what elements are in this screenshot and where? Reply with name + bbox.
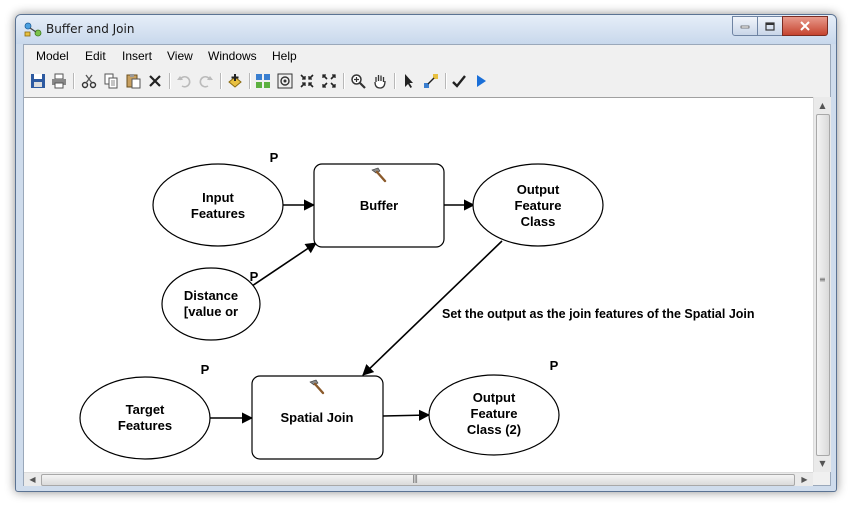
node-output-feature-class-2[interactable]: Output Feature Class (2) (428, 374, 560, 456)
node-input-features-line2: Features (191, 206, 245, 221)
toolbar (24, 68, 830, 94)
minimize-icon (740, 25, 750, 29)
undo-icon (177, 76, 191, 88)
minimize-button[interactable] (732, 16, 758, 36)
validate-button[interactable] (449, 71, 469, 91)
cut-icon (81, 74, 97, 89)
paste-button[interactable] (123, 71, 143, 91)
connector-annotation: Set the output as the join features of t… (442, 307, 755, 321)
zoom-icon (351, 74, 366, 89)
node-spatial-join-tool[interactable]: Spatial Join (251, 375, 384, 460)
node-output-line2: Feature (515, 198, 562, 213)
pan-button[interactable] (370, 71, 390, 91)
select-icon (405, 74, 413, 88)
validate-icon (452, 75, 466, 88)
node-spatial-join-label: Spatial Join (281, 410, 354, 425)
scroll-left-arrow-icon[interactable]: ◀ (24, 471, 41, 488)
node-output2-line1: Output (473, 390, 516, 405)
save-button[interactable] (28, 71, 48, 91)
restore-icon (765, 21, 775, 31)
connector-spatial-join-to-output2[interactable] (382, 409, 431, 421)
node-distance[interactable]: Distance [value or (161, 267, 261, 341)
full-extent-button[interactable] (275, 71, 295, 91)
add-data-button[interactable] (225, 71, 245, 91)
scroll-down-arrow-icon[interactable]: ▼ (814, 455, 831, 472)
param-marker-input: P (270, 150, 279, 165)
redo-button[interactable] (196, 71, 216, 91)
node-input-features[interactable]: Input Features (152, 163, 284, 247)
run-icon (477, 75, 486, 87)
print-icon (52, 73, 66, 89)
menu-windows[interactable]: Windows (208, 49, 257, 63)
client-area: Model Edit Insert View Windows Help Inpu… (23, 44, 831, 486)
connect-button[interactable] (421, 71, 441, 91)
connector-distance-to-buffer[interactable] (248, 242, 317, 289)
scroll-up-arrow-icon[interactable]: ▲ (814, 97, 831, 114)
menu-bar: Model Edit Insert View Windows Help (24, 45, 830, 67)
cut-button[interactable] (79, 71, 99, 91)
grip-icon: ≡ (819, 275, 826, 284)
node-output2-line3: Class (2) (467, 422, 521, 437)
menu-edit[interactable]: Edit (85, 49, 106, 63)
node-distance-line2: [value or (184, 304, 238, 319)
pan-icon (374, 75, 386, 89)
node-output-feature-class[interactable]: Output Feature Class (472, 163, 604, 247)
scroll-corner (813, 472, 830, 485)
menu-model[interactable]: Model (36, 49, 69, 63)
node-input-features-line1: Input (202, 190, 234, 205)
zoom-in-fixed-icon (300, 74, 314, 88)
node-buffer-tool[interactable]: Buffer (313, 163, 445, 248)
grip-icon-horizontal: ||| (412, 474, 418, 483)
window-title: Buffer and Join (46, 22, 135, 36)
redo-icon (199, 76, 213, 88)
model-builder-app-icon (24, 22, 42, 37)
zoom-in-fixed-button[interactable] (297, 71, 317, 91)
model-diagram: Input Features P Buffer Output Feature C… (79, 150, 755, 460)
node-distance-line1: Distance (184, 288, 238, 303)
node-buffer-label: Buffer (360, 198, 398, 213)
copy-button[interactable] (101, 71, 121, 91)
scroll-right-arrow-icon[interactable]: ▶ (796, 471, 813, 488)
param-marker-distance: P (250, 269, 259, 284)
auto-layout-icon (256, 74, 270, 88)
node-output-line1: Output (517, 182, 560, 197)
full-extent-icon (277, 73, 293, 89)
model-builder-window: Buffer and Join Model Edit Insert View W… (15, 14, 837, 492)
run-button[interactable] (471, 71, 491, 91)
connect-icon (424, 74, 438, 88)
vertical-scroll-thumb[interactable]: ≡ (816, 114, 830, 456)
auto-layout-button[interactable] (253, 71, 273, 91)
paste-icon (126, 74, 141, 89)
delete-button[interactable] (145, 71, 165, 91)
param-marker-output2: P (550, 358, 559, 373)
delete-icon (149, 75, 161, 87)
horizontal-scroll-thumb[interactable]: ||| (41, 474, 795, 486)
save-icon (31, 74, 45, 88)
node-target-line1: Target (126, 402, 165, 417)
menu-insert[interactable]: Insert (122, 49, 152, 63)
copy-icon (104, 73, 118, 89)
vertical-scrollbar[interactable]: ▲ ≡ ▼ (813, 97, 831, 472)
zoom-button[interactable] (348, 71, 368, 91)
zoom-out-fixed-icon (322, 74, 336, 88)
print-button[interactable] (49, 71, 69, 91)
menu-help[interactable]: Help (272, 49, 297, 63)
menu-view[interactable]: View (167, 49, 193, 63)
select-button[interactable] (399, 71, 419, 91)
horizontal-scrollbar[interactable]: ◀ ||| ▶ (24, 472, 813, 486)
zoom-out-fixed-button[interactable] (319, 71, 339, 91)
undo-button[interactable] (174, 71, 194, 91)
node-target-features[interactable]: Target Features (79, 376, 211, 460)
close-icon (800, 21, 810, 31)
node-output-line3: Class (521, 214, 556, 229)
maximize-button[interactable] (757, 16, 783, 36)
param-marker-target: P (201, 362, 210, 377)
model-canvas[interactable]: Input Features P Buffer Output Feature C… (24, 97, 813, 473)
close-button[interactable] (782, 16, 828, 36)
title-bar[interactable]: Buffer and Join (16, 15, 836, 44)
add-data-icon (228, 74, 242, 88)
node-output2-line2: Feature (471, 406, 518, 421)
node-target-line2: Features (118, 418, 172, 433)
